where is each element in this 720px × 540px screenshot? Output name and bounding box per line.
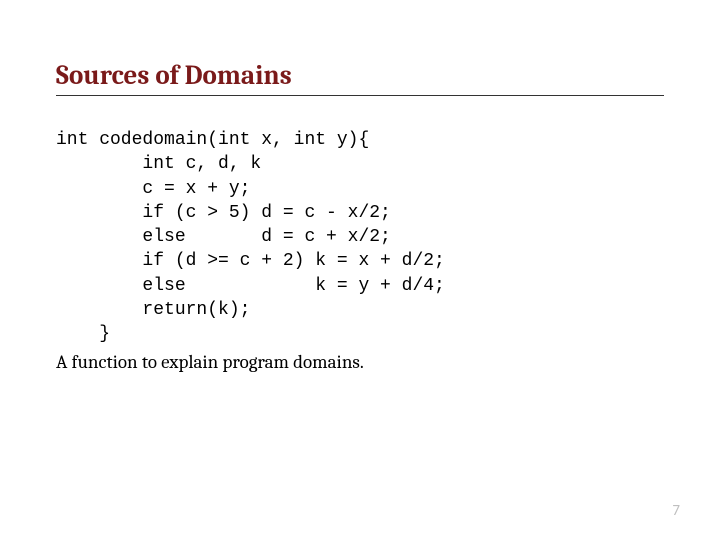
caption-text: A function to explain program domains.	[56, 351, 664, 373]
slide: Sources of Domains int codedomain(int x,…	[0, 0, 720, 540]
code-block: int codedomain(int x, int y){ int c, d, …	[56, 128, 664, 347]
page-number: 7	[672, 502, 680, 520]
slide-title: Sources of Domains	[56, 60, 664, 96]
